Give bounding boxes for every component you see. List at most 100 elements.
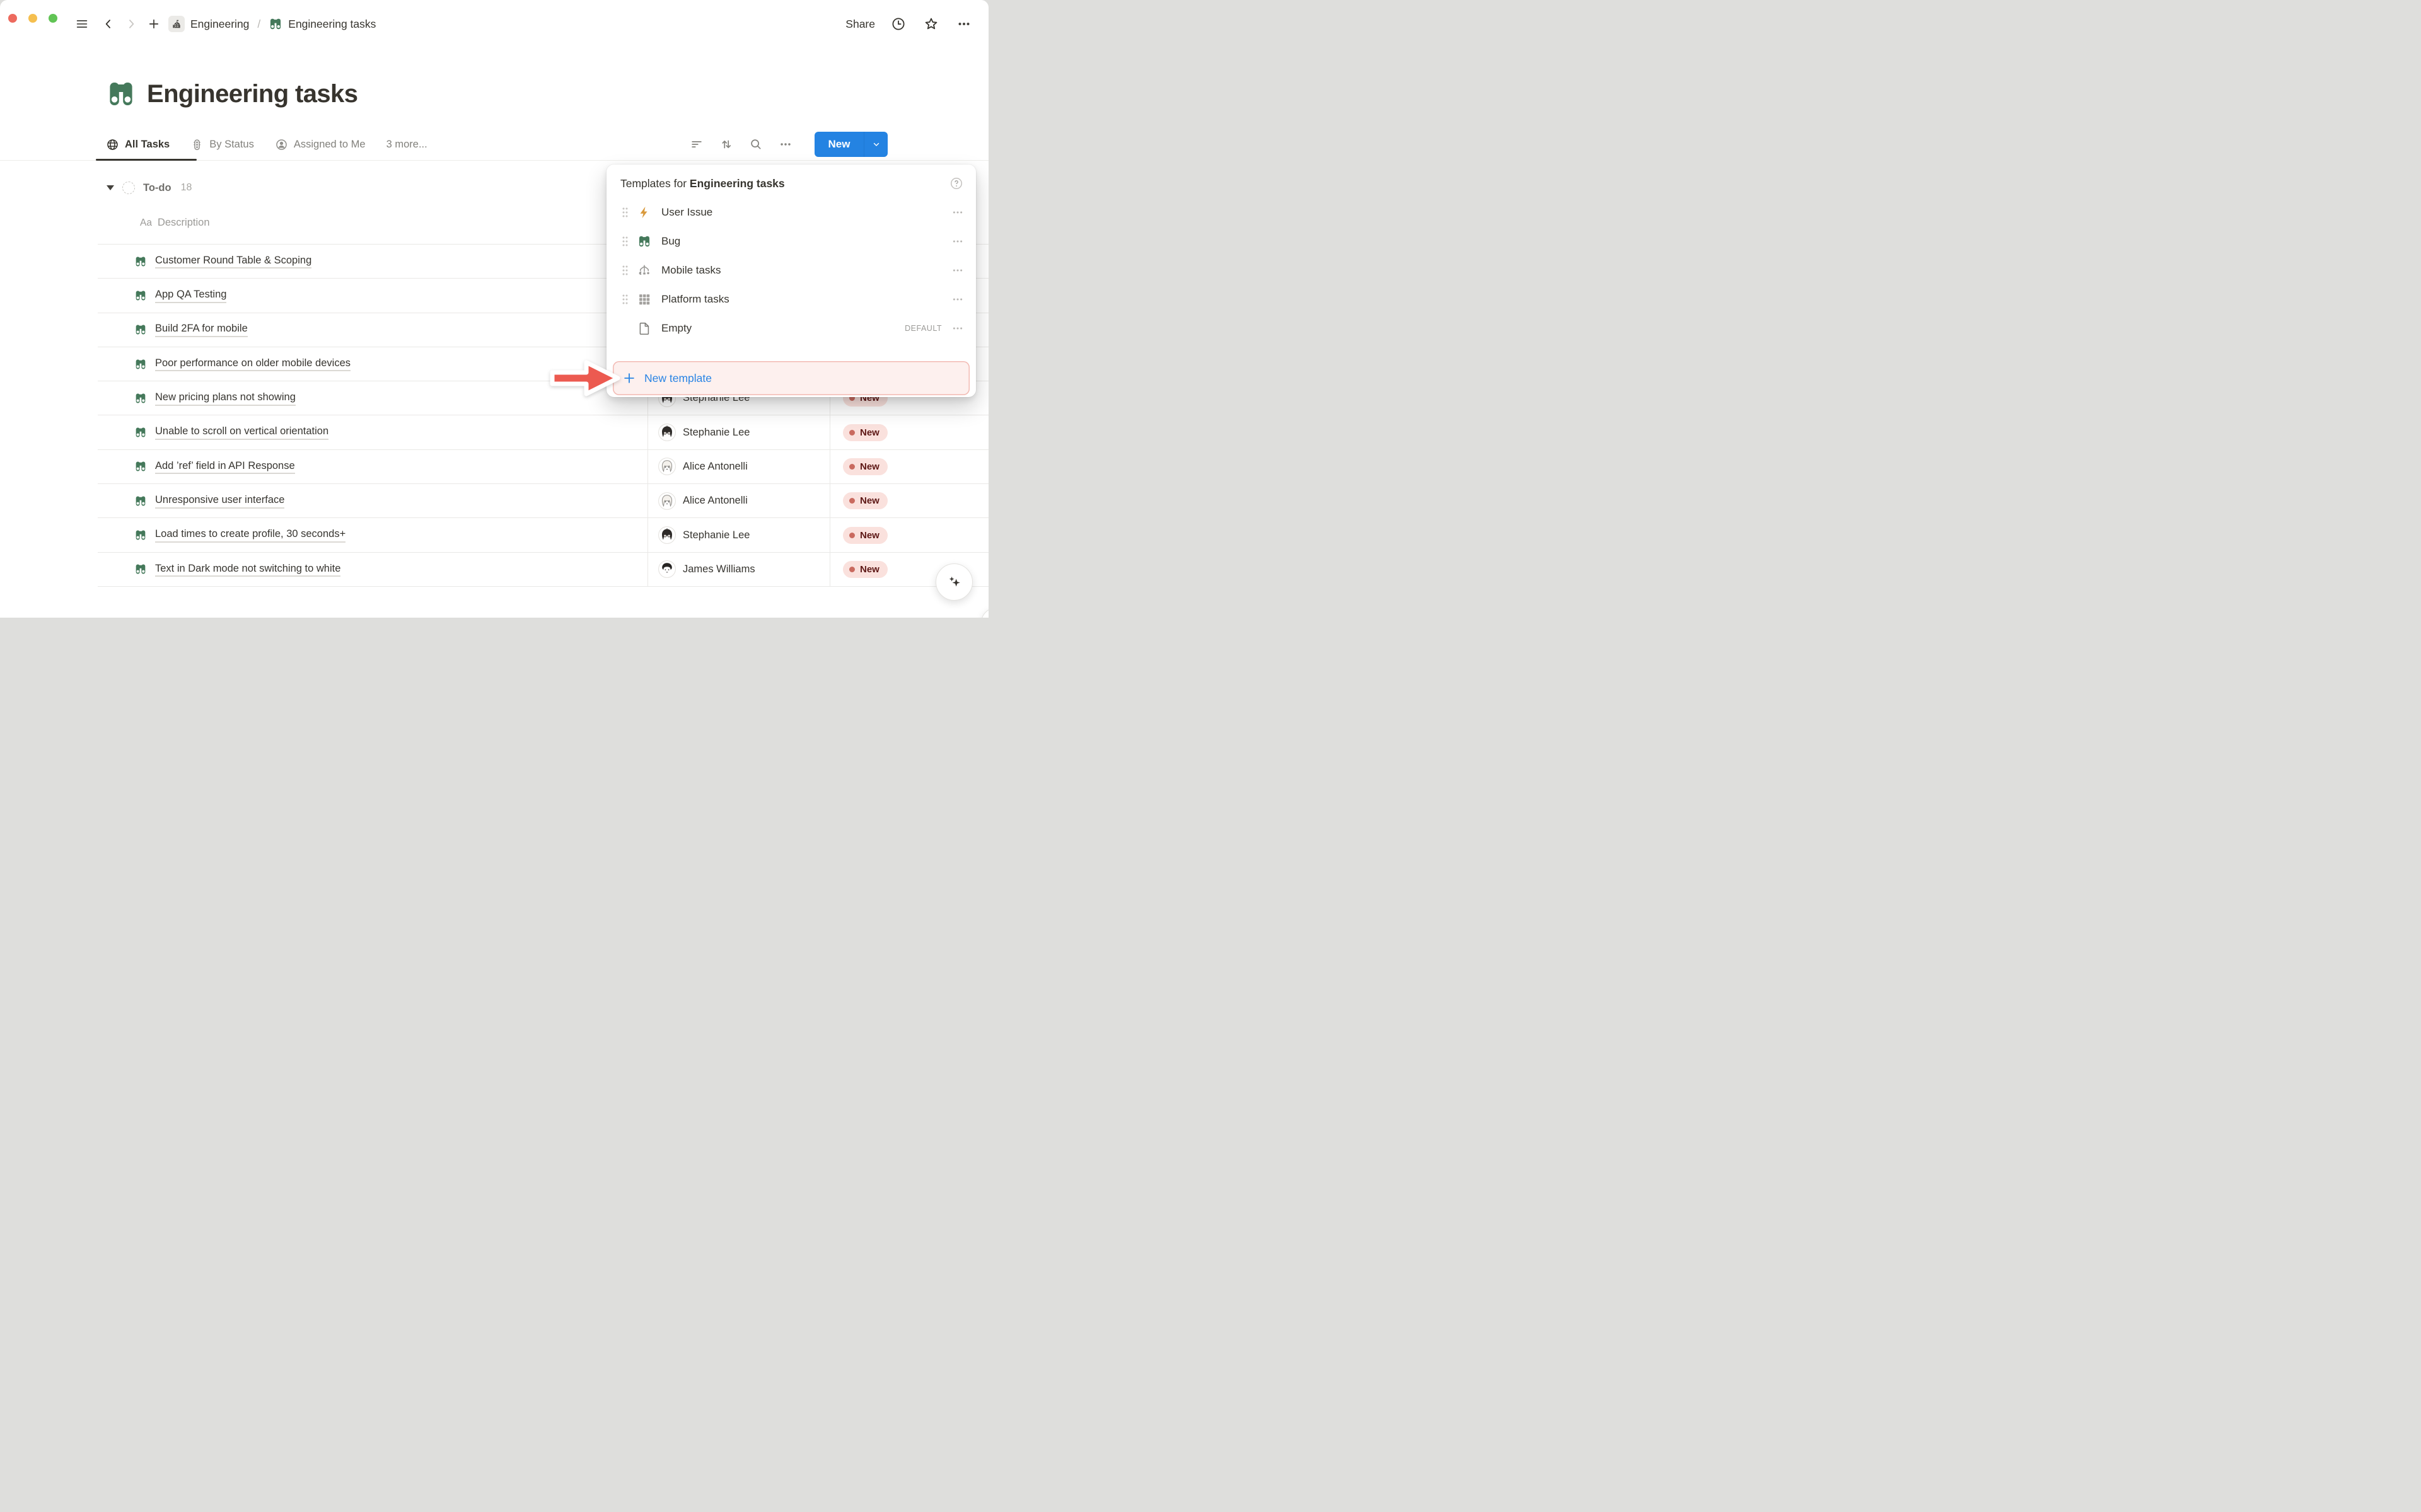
- template-item-mobile-tasks[interactable]: Mobile tasks: [607, 256, 976, 285]
- template-more-icon[interactable]: [952, 323, 963, 334]
- new-page-icon[interactable]: [144, 14, 163, 33]
- corner-help-button[interactable]: [981, 608, 989, 618]
- close-window-button[interactable]: [8, 14, 17, 23]
- status-badge[interactable]: New: [843, 527, 888, 544]
- task-title[interactable]: Build 2FA for mobile: [155, 322, 248, 337]
- table-row[interactable]: Unresponsive user interface Alice Antone…: [98, 484, 989, 518]
- task-title[interactable]: App QA Testing: [155, 288, 226, 303]
- teamspace-building-icon[interactable]: [168, 16, 185, 32]
- task-cell[interactable]: Text in Dark mode not switching to white: [98, 553, 647, 586]
- status-dot-icon: [849, 498, 855, 504]
- person-circle-icon: [275, 138, 288, 151]
- zoom-window-button[interactable]: [49, 14, 57, 23]
- ai-sparkles-button[interactable]: [936, 563, 973, 601]
- filter-icon[interactable]: [690, 137, 704, 151]
- clock-icon[interactable]: [889, 14, 908, 33]
- template-item-empty[interactable]: Empty DEFAULT: [607, 314, 976, 343]
- task-cell[interactable]: Customer Round Table & Scoping: [98, 245, 647, 278]
- task-cell[interactable]: Unresponsive user interface: [98, 484, 647, 517]
- avatar: [658, 560, 676, 578]
- template-item-platform-tasks[interactable]: Platform tasks: [607, 285, 976, 314]
- view-tabs-bar: All Tasks By Status Assigned to Me 3 mor…: [0, 129, 989, 161]
- favorite-star-icon[interactable]: [922, 14, 941, 33]
- template-more-icon[interactable]: [952, 207, 963, 218]
- binoculars-icon: [134, 529, 147, 541]
- more-options-icon[interactable]: [955, 14, 973, 33]
- sidebar-menu-icon[interactable]: [73, 14, 91, 33]
- help-icon[interactable]: [949, 176, 963, 190]
- description-column-header[interactable]: Aa Description: [140, 217, 210, 229]
- status-badge[interactable]: New: [843, 561, 888, 578]
- assignee-cell[interactable]: James Williams: [647, 553, 830, 586]
- task-cell[interactable]: Unable to scroll on vertical orientation: [98, 415, 647, 449]
- popup-title: Templates for Engineering tasks: [620, 177, 785, 190]
- task-cell[interactable]: App QA Testing: [98, 279, 647, 312]
- templates-popup: Templates for Engineering tasks User Iss…: [607, 164, 976, 397]
- tab-by-status[interactable]: By Status: [190, 138, 254, 151]
- template-more-icon[interactable]: [952, 294, 963, 305]
- task-title[interactable]: Unresponsive user interface: [155, 493, 284, 509]
- back-icon[interactable]: [99, 14, 118, 33]
- status-badge[interactable]: New: [843, 424, 888, 441]
- status-dot-icon: [849, 464, 855, 470]
- new-template-button[interactable]: New template: [613, 361, 970, 395]
- assignee-name[interactable]: Stephanie Lee: [683, 529, 750, 541]
- table-row[interactable]: Text in Dark mode not switching to white…: [98, 553, 989, 587]
- table-row[interactable]: Load times to create profile, 30 seconds…: [98, 518, 989, 552]
- table-row[interactable]: Unable to scroll on vertical orientation…: [98, 415, 989, 449]
- task-cell[interactable]: Build 2FA for mobile: [98, 313, 647, 347]
- status-cell[interactable]: New: [830, 484, 989, 517]
- forward-icon[interactable]: [122, 14, 141, 33]
- table-row[interactable]: Add ’ref’ field in API Response Alice An…: [98, 450, 989, 484]
- drag-handle-icon[interactable]: [622, 236, 629, 247]
- tab-all-tasks[interactable]: All Tasks: [106, 138, 170, 151]
- task-title[interactable]: Unable to scroll on vertical orientation: [155, 425, 328, 440]
- breadcrumb-teamspace[interactable]: Engineering: [190, 18, 249, 31]
- new-button-dropdown[interactable]: [864, 132, 888, 157]
- page-title: Engineering tasks: [147, 76, 357, 112]
- view-options-icon[interactable]: [779, 137, 792, 151]
- breadcrumb: Engineering / Engineering tasks: [168, 16, 376, 32]
- status-cell[interactable]: New: [830, 415, 989, 449]
- template-more-icon[interactable]: [952, 236, 963, 247]
- assignee-cell[interactable]: Stephanie Lee: [647, 415, 830, 449]
- page-binoculars-icon[interactable]: [106, 79, 136, 109]
- template-item-user-issue[interactable]: User Issue: [607, 198, 976, 227]
- assignee-name[interactable]: Alice Antonelli: [683, 461, 748, 473]
- task-title[interactable]: New pricing plans not showing: [155, 391, 296, 406]
- task-cell[interactable]: Add ’ref’ field in API Response: [98, 450, 647, 483]
- assignee-cell[interactable]: Alice Antonelli: [647, 484, 830, 517]
- assignee-cell[interactable]: Stephanie Lee: [647, 518, 830, 551]
- template-item-bug[interactable]: Bug: [607, 227, 976, 256]
- tab-assigned-to-me[interactable]: Assigned to Me: [275, 138, 366, 151]
- search-icon[interactable]: [749, 137, 763, 151]
- new-button[interactable]: New: [815, 132, 864, 157]
- active-tab-underline: [96, 159, 197, 161]
- template-more-icon[interactable]: [952, 265, 963, 276]
- status-badge[interactable]: New: [843, 492, 888, 509]
- minimize-window-button[interactable]: [28, 14, 37, 23]
- task-title[interactable]: Poor performance on older mobile devices: [155, 357, 351, 372]
- task-title[interactable]: Customer Round Table & Scoping: [155, 254, 311, 269]
- status-cell[interactable]: New: [830, 518, 989, 551]
- task-title[interactable]: Load times to create profile, 30 seconds…: [155, 528, 345, 543]
- drag-handle-icon[interactable]: [622, 294, 629, 305]
- task-title[interactable]: Add ’ref’ field in API Response: [155, 459, 295, 475]
- status-badge[interactable]: New: [843, 458, 888, 475]
- drag-handle-icon[interactable]: [622, 265, 629, 276]
- sort-icon[interactable]: [719, 137, 733, 151]
- task-title[interactable]: Text in Dark mode not switching to white: [155, 562, 340, 577]
- assignee-name[interactable]: Alice Antonelli: [683, 495, 748, 507]
- drag-handle-icon[interactable]: [622, 207, 629, 218]
- assignee-cell[interactable]: Alice Antonelli: [647, 450, 830, 483]
- breadcrumb-page[interactable]: Engineering tasks: [288, 18, 376, 31]
- task-cell[interactable]: Load times to create profile, 30 seconds…: [98, 518, 647, 551]
- status-cell[interactable]: New: [830, 450, 989, 483]
- group-header-todo: To-do 18: [107, 182, 192, 194]
- share-button[interactable]: Share: [845, 18, 875, 31]
- group-name[interactable]: To-do: [143, 182, 171, 194]
- more-views[interactable]: 3 more...: [386, 139, 427, 151]
- collapse-triangle-icon[interactable]: [107, 185, 114, 190]
- assignee-name[interactable]: James Williams: [683, 563, 755, 575]
- assignee-name[interactable]: Stephanie Lee: [683, 427, 750, 439]
